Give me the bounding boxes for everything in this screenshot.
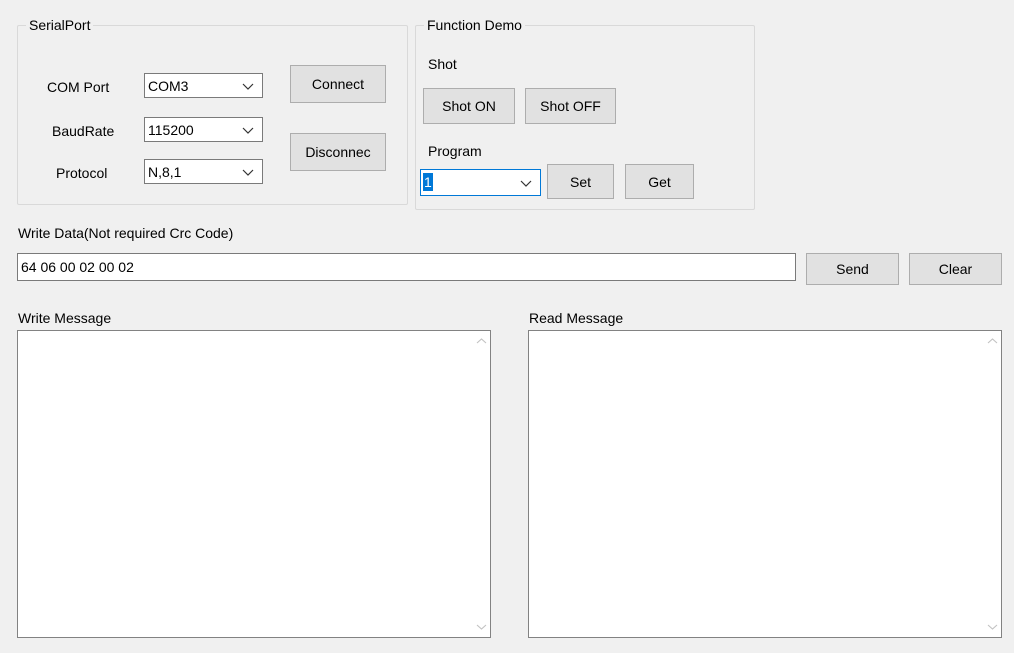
read-message-label: Read Message: [529, 310, 624, 326]
send-button[interactable]: Send: [806, 253, 899, 285]
shot-off-button[interactable]: Shot OFF: [525, 88, 616, 124]
disconnect-button[interactable]: Disconnec: [290, 133, 386, 171]
program-value: 1: [423, 173, 433, 191]
serialport-group-title: SerialPort: [26, 16, 94, 34]
protocol-label: Protocol: [56, 165, 108, 181]
function-demo-group-title: Function Demo: [424, 16, 525, 34]
com-port-label: COM Port: [47, 79, 110, 95]
baud-rate-select[interactable]: 115200: [144, 117, 263, 142]
program-label: Program: [428, 143, 482, 159]
connect-button[interactable]: Connect: [290, 65, 386, 103]
write-message-label: Write Message: [18, 310, 112, 326]
com-port-select[interactable]: COM3: [144, 73, 263, 98]
protocol-select[interactable]: N,8,1: [144, 159, 263, 184]
shot-label: Shot: [428, 56, 457, 72]
read-message-scrollbar[interactable]: [984, 331, 1001, 637]
write-data-value: 64 06 00 02 00 02: [21, 259, 134, 275]
write-data-label: Write Data(Not required Crc Code): [18, 225, 234, 241]
scroll-down-arrow-icon[interactable]: [987, 621, 998, 632]
shot-on-button[interactable]: Shot ON: [423, 88, 515, 124]
com-port-value: COM3: [148, 78, 189, 94]
protocol-value: N,8,1: [148, 164, 182, 180]
scroll-up-arrow-icon[interactable]: [476, 336, 487, 347]
set-button[interactable]: Set: [547, 164, 614, 199]
read-message-textarea[interactable]: [528, 330, 1002, 638]
clear-button[interactable]: Clear: [909, 253, 1002, 285]
baud-rate-label: BaudRate: [52, 123, 115, 139]
chevron-down-icon[interactable]: [242, 124, 254, 136]
write-message-textarea[interactable]: [17, 330, 491, 638]
write-message-scrollbar[interactable]: [473, 331, 490, 637]
write-data-input[interactable]: 64 06 00 02 00 02: [17, 253, 796, 281]
chevron-down-icon[interactable]: [242, 80, 254, 92]
chevron-down-icon[interactable]: [520, 177, 532, 189]
chevron-down-icon[interactable]: [242, 166, 254, 178]
baud-rate-value: 115200: [148, 122, 194, 138]
scroll-up-arrow-icon[interactable]: [987, 336, 998, 347]
get-button[interactable]: Get: [625, 164, 694, 199]
scroll-down-arrow-icon[interactable]: [476, 621, 487, 632]
program-select[interactable]: 1: [420, 169, 541, 196]
